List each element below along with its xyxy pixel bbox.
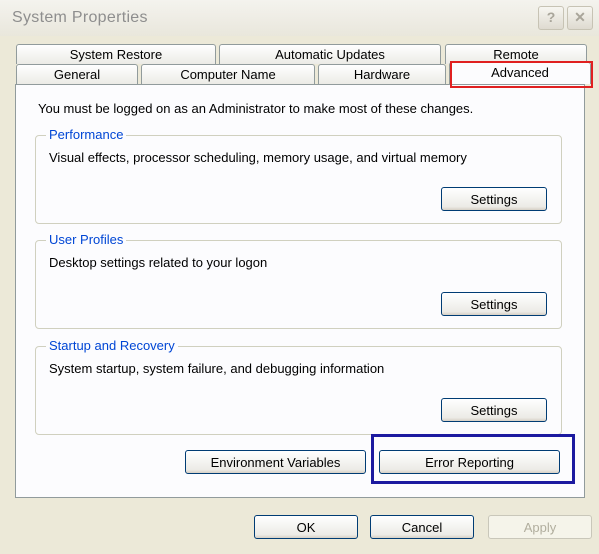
help-icon: ?: [546, 9, 556, 25]
user-profiles-description: Desktop settings related to your logon: [49, 255, 268, 270]
performance-description: Visual effects, processor scheduling, me…: [49, 150, 467, 165]
startup-recovery-description: System startup, system failure, and debu…: [49, 361, 385, 376]
startup-recovery-settings-button[interactable]: Settings: [441, 398, 547, 422]
window-title: System Properties: [12, 9, 148, 26]
cancel-button[interactable]: Cancel: [370, 515, 474, 539]
startup-recovery-label: Startup and Recovery: [46, 338, 178, 353]
tab-automatic-updates[interactable]: Automatic Updates: [219, 44, 441, 64]
apply-button[interactable]: Apply: [488, 515, 592, 539]
user-profiles-label: User Profiles: [46, 232, 127, 247]
performance-label: Performance: [46, 127, 127, 142]
tab-remote[interactable]: Remote: [445, 44, 587, 64]
admin-notice: You must be logged on as an Administrato…: [38, 101, 474, 116]
tab-advanced[interactable]: Advanced: [449, 62, 591, 84]
performance-settings-button[interactable]: Settings: [441, 187, 547, 211]
user-profiles-settings-button[interactable]: Settings: [441, 292, 547, 316]
tab-system-restore[interactable]: System Restore: [16, 44, 216, 64]
environment-variables-button[interactable]: Environment Variables: [185, 450, 366, 474]
help-button[interactable]: ?: [538, 6, 564, 30]
tab-hardware[interactable]: Hardware: [318, 64, 446, 84]
error-reporting-button[interactable]: Error Reporting: [379, 450, 560, 474]
title-bar: System Properties ? ✕: [0, 0, 599, 36]
tab-computer-name[interactable]: Computer Name: [141, 64, 315, 84]
close-icon: ✕: [574, 9, 586, 25]
close-button[interactable]: ✕: [567, 6, 593, 30]
ok-button[interactable]: OK: [254, 515, 358, 539]
tab-general[interactable]: General: [16, 64, 138, 84]
